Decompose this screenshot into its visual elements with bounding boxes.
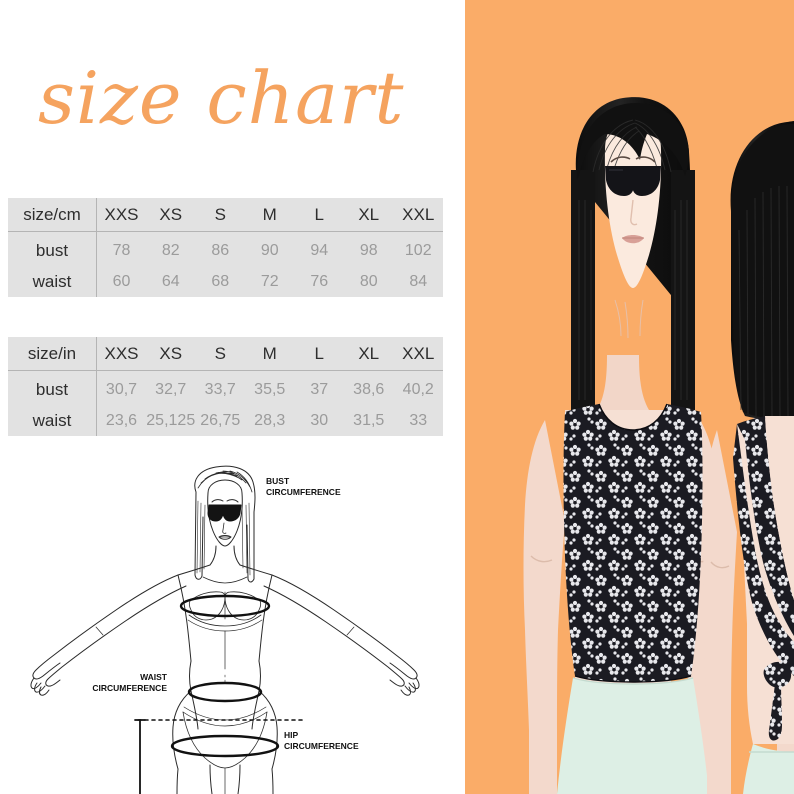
column-header-xs: XS <box>146 198 196 232</box>
table-row: bust 30,7 32,7 33,7 35,5 37 38,6 40,2 <box>8 370 443 405</box>
cell-bust-m: 35,5 <box>254 380 286 398</box>
size-chart-page: size chart size/cm XXS XS S M L XL XXL b… <box>0 0 794 794</box>
table-row: bust 78 82 86 90 94 98 102 <box>8 231 443 266</box>
column-header-s: S <box>195 198 245 232</box>
body-measurement-diagram: BUST CIRCUMFERENCE WAIST CIRCUMFERENCE H… <box>20 455 450 794</box>
column-header-m: M <box>245 337 295 371</box>
page-title: size chart <box>38 56 405 140</box>
cell-bust-xs: 82 <box>161 241 180 259</box>
cell-waist-xl: 80 <box>359 272 378 290</box>
cell-waist-m: 72 <box>260 272 279 290</box>
cell-waist-xxl: 33 <box>409 411 428 429</box>
column-header-xxs: XXS <box>96 337 146 371</box>
cell-bust-l: 37 <box>310 380 329 398</box>
fashion-illustrations <box>465 0 794 794</box>
column-header-m: M <box>245 198 295 232</box>
cell-bust-l: 94 <box>310 241 329 259</box>
cell-waist-xs: 64 <box>161 272 180 290</box>
bust-label-line1: BUST <box>266 476 290 486</box>
cell-bust-xxl: 40,2 <box>402 380 434 398</box>
table-corner-label: size/in <box>8 337 97 371</box>
cell-waist-xxs: 23,6 <box>105 411 138 429</box>
table-corner-label: size/cm <box>8 198 97 232</box>
cell-bust-s: 86 <box>211 241 230 259</box>
cell-waist-s: 26,75 <box>200 411 241 429</box>
cell-waist-xxl: 84 <box>409 272 428 290</box>
size-table-in: size/in XXS XS S M L XL XXL bust 30,7 32… <box>8 337 443 436</box>
cell-bust-xl: 98 <box>359 241 378 259</box>
cell-waist-xl: 31,5 <box>353 411 385 429</box>
cell-bust-xl: 38,6 <box>353 380 385 398</box>
column-header-xl: XL <box>344 337 394 371</box>
cell-waist-l: 76 <box>310 272 329 290</box>
cell-waist-m: 28,3 <box>254 411 286 429</box>
cell-bust-xxs: 30,7 <box>105 380 138 398</box>
bust-label-line2: CIRCUMFERENCE <box>266 487 341 497</box>
table-row: waist 23,6 25,125 26,75 28,3 30 31,5 33 <box>8 405 443 436</box>
cell-waist-xxs: 60 <box>112 272 131 290</box>
size-table-cm: size/cm XXS XS S M L XL XXL bust 78 82 8… <box>8 198 443 297</box>
cell-bust-m: 90 <box>260 241 279 259</box>
row-label-bust: bust <box>8 231 97 266</box>
table-header-row: size/in XXS XS S M L XL XXL <box>8 337 443 371</box>
row-label-waist: waist <box>8 405 97 436</box>
model-front <box>523 97 722 794</box>
cell-bust-xxl: 102 <box>404 241 432 259</box>
hip-label-line1: HIP <box>284 730 299 740</box>
row-label-waist: waist <box>8 266 97 297</box>
waist-label-line1: WAIST <box>140 672 168 682</box>
cell-waist-s: 68 <box>211 272 230 290</box>
orange-panel <box>465 0 794 794</box>
column-header-s: S <box>195 337 245 371</box>
column-header-xxl: XXL <box>393 198 443 232</box>
waist-label-line2: CIRCUMFERENCE <box>92 683 167 693</box>
column-header-xs: XS <box>146 337 196 371</box>
cell-waist-l: 30 <box>310 411 329 429</box>
column-header-xxl: XXL <box>393 337 443 371</box>
row-label-bust: bust <box>8 370 97 405</box>
column-header-xxs: XXS <box>96 198 146 232</box>
column-header-l: L <box>294 198 344 232</box>
cell-bust-xs: 32,7 <box>155 380 187 398</box>
column-header-xl: XL <box>344 198 394 232</box>
hip-label-line2: CIRCUMFERENCE <box>284 741 359 751</box>
model-back <box>703 121 794 794</box>
table-header-row: size/cm XXS XS S M L XL XXL <box>8 198 443 232</box>
cell-waist-xs: 25,125 <box>146 411 196 429</box>
cell-bust-xxs: 78 <box>112 241 131 259</box>
column-header-l: L <box>294 337 344 371</box>
cell-bust-s: 33,7 <box>204 380 236 398</box>
table-row: waist 60 64 68 72 76 80 84 <box>8 266 443 297</box>
